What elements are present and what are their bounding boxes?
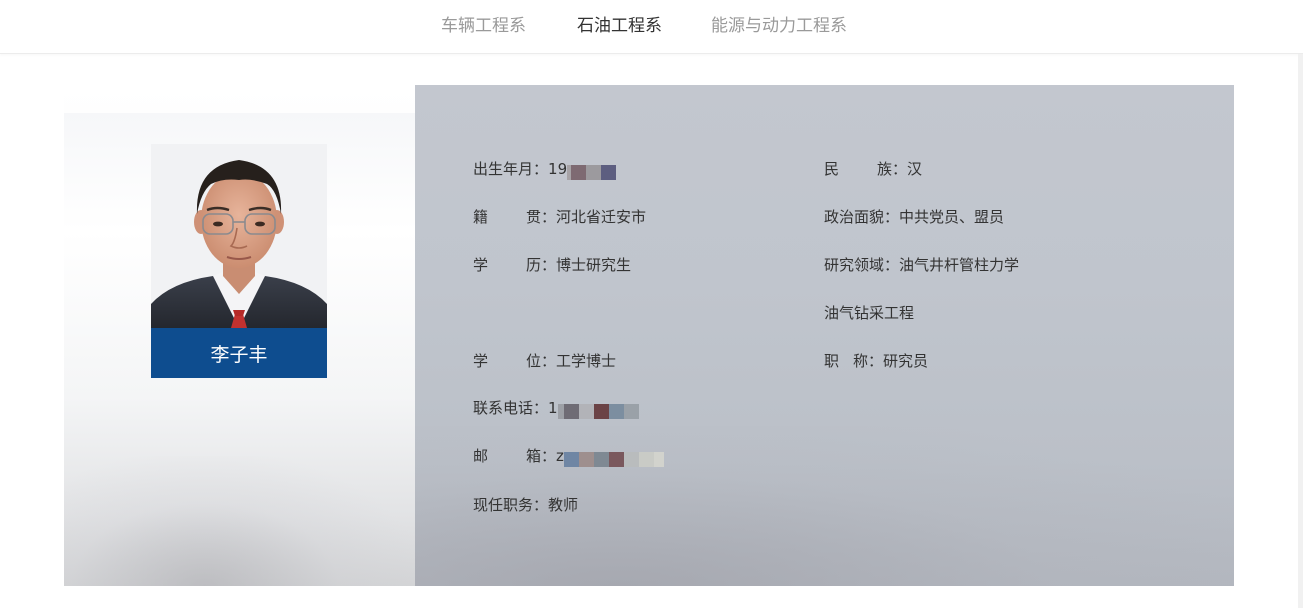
field-native-label: 籍贯 (473, 208, 541, 226)
field-phone-value: 1 (548, 399, 558, 417)
field-education: 学历：博士研究生 (473, 255, 631, 275)
colon: ： (868, 352, 884, 370)
person-name: 李子丰 (151, 328, 327, 378)
colon: ： (541, 208, 557, 226)
field-research-value: 油气井杆管柱力学 (899, 256, 1020, 274)
field-phone-label: 联系电话 (473, 399, 534, 417)
nav-energy-power-engineering[interactable]: 能源与动力工程系 (711, 15, 847, 37)
field-birth-label: 出生年月 (473, 160, 534, 178)
field-degree: 学位：工学博士 (473, 351, 616, 371)
colon: ： (884, 256, 900, 274)
field-phone: 联系电话： 1 (473, 398, 639, 419)
colon: ： (533, 399, 549, 417)
field-education-value: 博士研究生 (556, 256, 632, 274)
redacted-mask (557, 401, 639, 419)
field-degree-value: 工学博士 (556, 352, 617, 370)
field-political: 政治面貌：中共党员、盟员 (824, 207, 1004, 227)
scrollbar-track[interactable] (1298, 54, 1303, 608)
redacted-mask (563, 449, 664, 467)
colon: ： (541, 352, 557, 370)
colon: ： (533, 160, 549, 178)
field-email-label: 邮箱 (473, 447, 541, 465)
field-research-continued: 油气钻采工程 (824, 303, 914, 323)
colon: ： (533, 496, 549, 514)
field-native-value: 河北省迁安市 (556, 208, 647, 226)
field-position-label: 现任职务 (473, 496, 534, 514)
field-research: 研究领域：油气井杆管柱力学 (824, 255, 1019, 275)
field-ethnic-value: 汉 (907, 160, 923, 178)
field-native: 籍贯：河北省迁安市 (473, 207, 646, 227)
field-political-value: 中共党员、盟员 (899, 208, 1005, 226)
field-title: 职称：研究员 (824, 351, 928, 371)
field-ethnic-label: 民族 (824, 160, 892, 178)
person-portrait-icon (151, 144, 327, 328)
department-nav: 车辆工程系 石油工程系 能源与动力工程系 (0, 0, 1303, 54)
field-birth-value: 19 (548, 160, 568, 178)
field-research-label: 研究领域 (824, 256, 885, 274)
field-political-label: 政治面貌 (824, 208, 885, 226)
field-education-label: 学历 (473, 256, 541, 274)
redacted-mask (567, 162, 617, 180)
field-research-value-2: 油气钻采工程 (824, 304, 915, 322)
colon: ： (541, 447, 557, 465)
field-position-value: 教师 (548, 496, 579, 514)
field-birth: 出生年月： 19 (473, 159, 617, 180)
nav-petroleum-engineering[interactable]: 石油工程系 (577, 15, 662, 37)
field-position: 现任职务：教师 (473, 495, 578, 515)
field-email-value: z (556, 447, 564, 465)
colon: ： (892, 160, 908, 178)
field-ethnic: 民族：汉 (824, 159, 922, 179)
field-degree-label: 学位 (473, 352, 541, 370)
colon: ： (884, 208, 900, 226)
portrait-photo (151, 144, 327, 328)
field-title-value: 研究员 (883, 352, 929, 370)
field-email: 邮箱： z (473, 446, 664, 467)
nav-vehicle-engineering[interactable]: 车辆工程系 (441, 15, 526, 37)
field-title-label: 职称 (824, 352, 868, 370)
colon: ： (541, 256, 557, 274)
